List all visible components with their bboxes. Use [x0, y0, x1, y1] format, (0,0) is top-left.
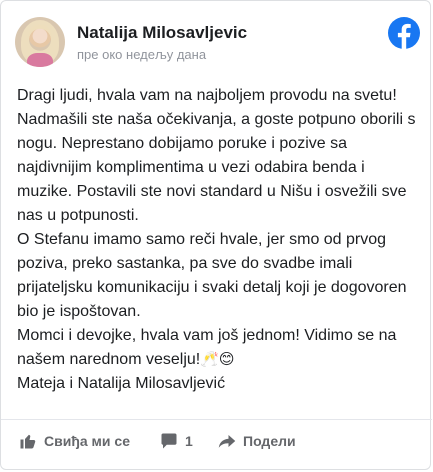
post-header: Natalija Milosavljevic пре око недељу да…: [15, 13, 420, 69]
comment-icon: [161, 433, 177, 449]
post-body: Dragi ljudi, hvala vam na najboljem prov…: [17, 84, 421, 396]
footer-divider: [1, 419, 432, 420]
post-signature: Mateja i Natalija Milosavljević: [17, 375, 226, 392]
post-actions: Свиђа ми се 1 Подели: [19, 429, 419, 453]
facebook-icon[interactable]: [388, 17, 420, 49]
author-name[interactable]: Natalija Milosavljevic: [77, 23, 247, 43]
post-paragraph: O Stefanu imamo samo reči hvale, jer smo…: [17, 231, 407, 320]
like-button[interactable]: Свиђа ми се: [19, 429, 130, 453]
avatar[interactable]: [15, 17, 65, 67]
post-paragraph-with-emoji: Momci i devojke, hvala vam još jednom! V…: [17, 324, 421, 372]
avatar-image-top: [27, 53, 53, 67]
post-timestamp[interactable]: пре око недељу дана: [77, 47, 206, 62]
share-button[interactable]: Подели: [218, 429, 296, 453]
post-paragraph: Dragi ljudi, hvala vam na najboljem prov…: [17, 87, 416, 224]
facebook-post-card: Natalija Milosavljevic пре око недељу да…: [0, 0, 432, 470]
share-label: Подели: [243, 433, 296, 449]
share-arrow-icon: [218, 435, 236, 448]
comment-button[interactable]: 1: [160, 429, 193, 453]
thumbs-up-icon: [20, 434, 36, 449]
like-label: Свиђа ми се: [44, 433, 130, 449]
smiling-face-emoji: 😊: [218, 351, 235, 368]
clinking-glasses-emoji: 🥂: [200, 351, 219, 368]
comment-count: 1: [185, 433, 193, 449]
